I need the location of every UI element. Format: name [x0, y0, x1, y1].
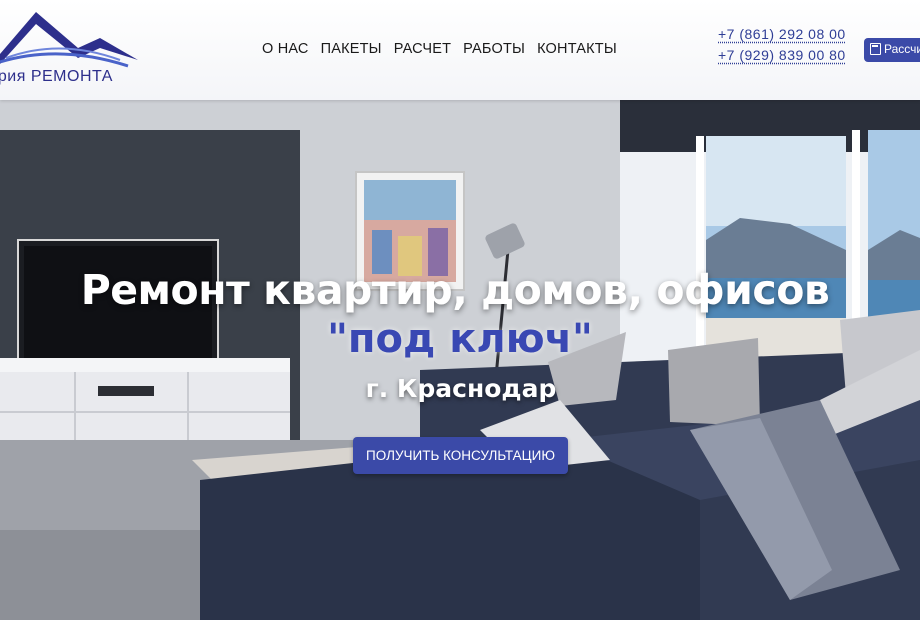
- phone-link-1[interactable]: +7 (861) 292 08 00: [718, 26, 848, 42]
- nav-item-about[interactable]: О НАС: [262, 41, 309, 57]
- roof-mountain-icon: [0, 8, 160, 68]
- phone-list: +7 (861) 292 08 00 +7 (929) 839 00 80: [718, 26, 848, 68]
- hero-accent: "под ключ": [0, 316, 920, 362]
- hero-city: г. Краснодар: [0, 374, 920, 403]
- logo[interactable]: ритория РЕМОНТА: [0, 8, 160, 92]
- nav-item-packages[interactable]: ПАКЕТЫ: [321, 41, 382, 57]
- calculator-icon: [870, 43, 881, 55]
- site-header: ритория РЕМОНТА О НАС ПАКЕТЫ РАСЧЕТ РАБО…: [0, 0, 920, 100]
- hero-title: Ремонт квартир, домов, офисов: [0, 266, 910, 314]
- calculate-button-label: Рассчи: [884, 42, 920, 56]
- nav-item-calculation[interactable]: РАСЧЕТ: [394, 41, 451, 57]
- main-nav: О НАС ПАКЕТЫ РАСЧЕТ РАБОТЫ КОНТАКТЫ: [262, 41, 617, 57]
- hero-section: Ремонт квартир, домов, офисов "под ключ"…: [0, 100, 920, 620]
- get-consultation-button[interactable]: ПОЛУЧИТЬ КОНСУЛЬТАЦИЮ: [353, 437, 568, 474]
- nav-item-works[interactable]: РАБОТЫ: [463, 41, 525, 57]
- calculate-button[interactable]: Рассчи: [864, 38, 920, 62]
- nav-item-contacts[interactable]: КОНТАКТЫ: [537, 41, 617, 57]
- phone-link-2[interactable]: +7 (929) 839 00 80: [718, 47, 848, 63]
- logo-text: ритория РЕМОНТА: [0, 68, 162, 86]
